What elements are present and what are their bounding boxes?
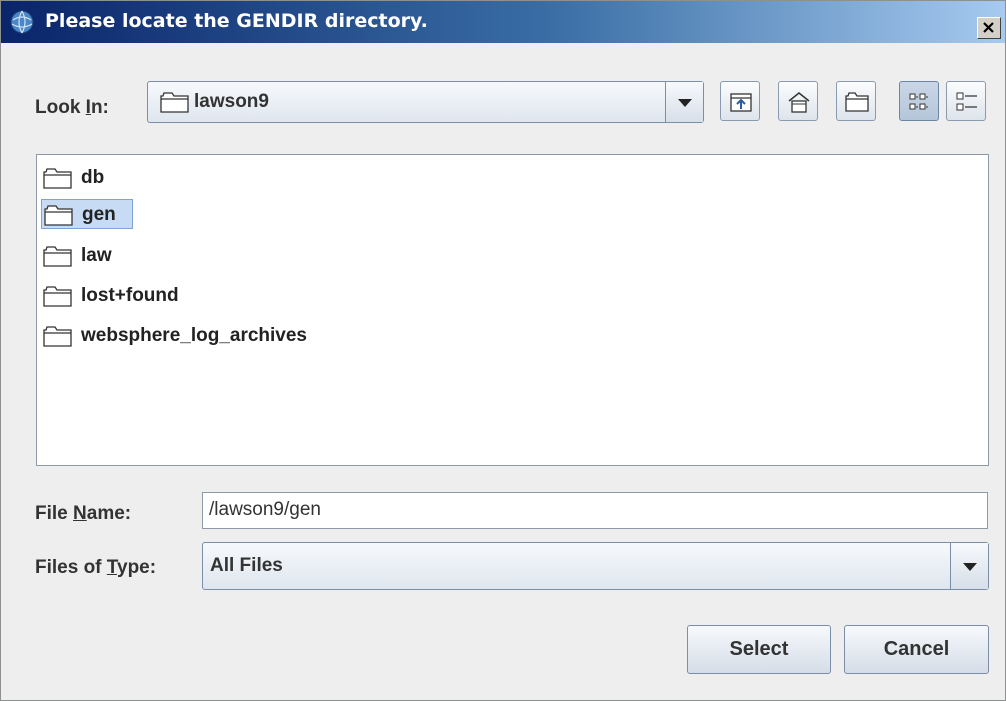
chevron-down-icon: [678, 99, 692, 107]
list-view-button[interactable]: [899, 81, 939, 121]
file-name: law: [81, 245, 112, 266]
close-icon: [983, 22, 994, 33]
folder-icon: [43, 326, 72, 347]
select-button[interactable]: Select: [687, 625, 831, 674]
close-button[interactable]: [977, 17, 1001, 39]
list-item-law[interactable]: law: [41, 241, 141, 271]
list-view-icon: [909, 93, 928, 110]
file-name: websphere_log_archives: [81, 325, 307, 346]
files-of-type-combo[interactable]: All Files: [202, 542, 989, 590]
folder-icon: [44, 205, 73, 226]
file-name: db: [81, 167, 105, 188]
file-name: gen: [82, 204, 116, 225]
files-of-type-dropdown-button[interactable]: [950, 543, 988, 589]
details-view-button[interactable]: [946, 81, 986, 121]
files-of-type-value: All Files: [210, 555, 283, 576]
chevron-down-icon: [963, 563, 977, 571]
list-item-lost-found[interactable]: lost+found: [41, 281, 241, 311]
folder-icon: [160, 92, 189, 113]
dialog-title: Please locate the GENDIR directory.: [45, 10, 428, 32]
file-list[interactable]: db gen law lost+found websphere_log_arch…: [36, 154, 989, 466]
look-in-value: lawson9: [194, 91, 269, 112]
folder-icon: [43, 286, 72, 307]
files-of-type-label: Files of Type:: [35, 557, 157, 578]
file-name-label: File Name:: [35, 503, 132, 524]
up-one-level-icon: [730, 93, 752, 112]
look-in-dropdown-button[interactable]: [665, 82, 703, 122]
up-one-level-button[interactable]: [720, 81, 760, 121]
look-in-combo[interactable]: lawson9: [147, 81, 704, 123]
look-in-label: Look In:: [35, 97, 109, 118]
java-app-icon: [8, 9, 38, 35]
list-item-db[interactable]: db: [41, 163, 121, 193]
folder-icon: [43, 246, 72, 267]
file-name-field[interactable]: [202, 492, 988, 529]
title-bar[interactable]: Please locate the GENDIR directory.: [1, 1, 1005, 43]
file-name: lost+found: [81, 285, 179, 306]
home-icon: [788, 92, 810, 113]
details-view-icon: [956, 92, 977, 111]
file-name-input[interactable]: [209, 493, 969, 526]
file-chooser-dialog: Please locate the GENDIR directory. Look…: [0, 0, 1006, 701]
new-folder-button[interactable]: [836, 81, 876, 121]
list-item-gen[interactable]: gen: [41, 199, 133, 229]
folder-icon: [43, 168, 72, 189]
cancel-button[interactable]: Cancel: [844, 625, 989, 674]
new-folder-icon: [845, 92, 869, 112]
list-item-websphere-log-archives[interactable]: websphere_log_archives: [41, 321, 381, 351]
home-button[interactable]: [778, 81, 818, 121]
